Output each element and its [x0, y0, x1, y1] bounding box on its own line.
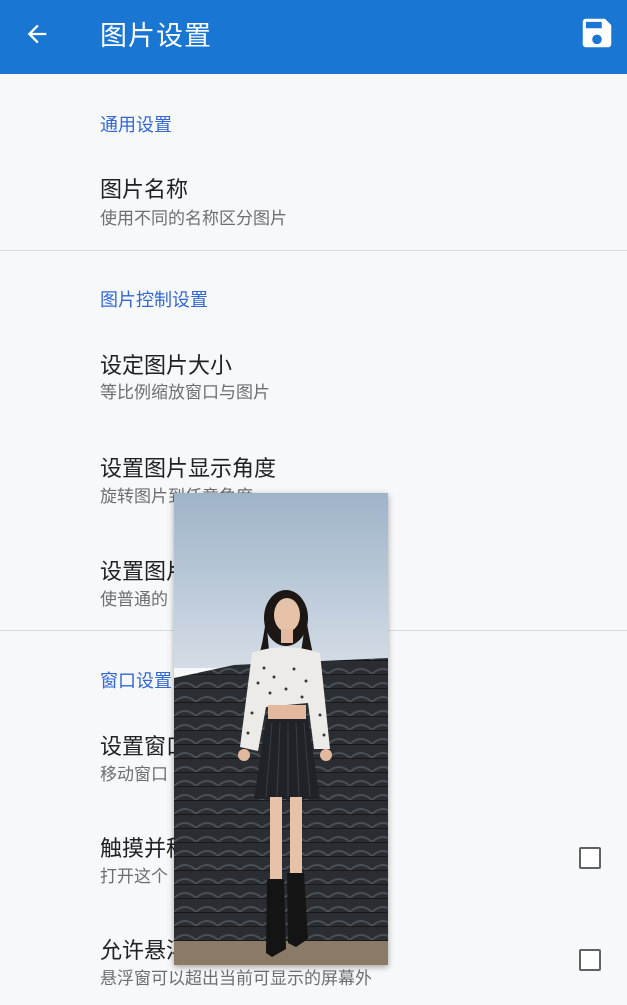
- setting-subtitle: 等比例缩放窗口与图片: [100, 383, 270, 403]
- photo-image: [174, 493, 388, 965]
- page-title: 图片设置: [100, 21, 212, 52]
- floppy-disk-save-icon: [578, 14, 616, 56]
- arrow-back-icon: [23, 20, 51, 52]
- setting-title: 设置图片显示角度: [100, 457, 277, 482]
- app-bar: 图片设置: [0, 0, 627, 74]
- section-header-window: 窗口设置: [100, 671, 172, 692]
- setting-subtitle: 悬浮窗可以超出当前可显示的屏幕外: [100, 969, 372, 989]
- setting-title: 设定图片大小: [100, 354, 233, 379]
- section-divider: [0, 250, 627, 251]
- section-header-general: 通用设置: [100, 115, 172, 136]
- back-button[interactable]: [14, 13, 60, 59]
- setting-title: 图片名称: [100, 178, 189, 203]
- save-button[interactable]: [574, 12, 620, 58]
- setting-item-image-size[interactable]: 设定图片大小 等比例缩放窗口与图片: [0, 336, 627, 422]
- touch-move-checkbox[interactable]: [579, 847, 601, 869]
- setting-subtitle: 使用不同的名称区分图片: [100, 209, 287, 229]
- setting-subtitle: 使普通的: [100, 590, 168, 610]
- section-header-image-control: 图片控制设置: [100, 290, 208, 311]
- floating-image-window[interactable]: [174, 493, 388, 965]
- allow-offscreen-checkbox[interactable]: [579, 949, 601, 971]
- setting-subtitle: 移动窗口: [100, 765, 168, 785]
- setting-item-image-name[interactable]: 图片名称 使用不同的名称区分图片: [0, 160, 627, 246]
